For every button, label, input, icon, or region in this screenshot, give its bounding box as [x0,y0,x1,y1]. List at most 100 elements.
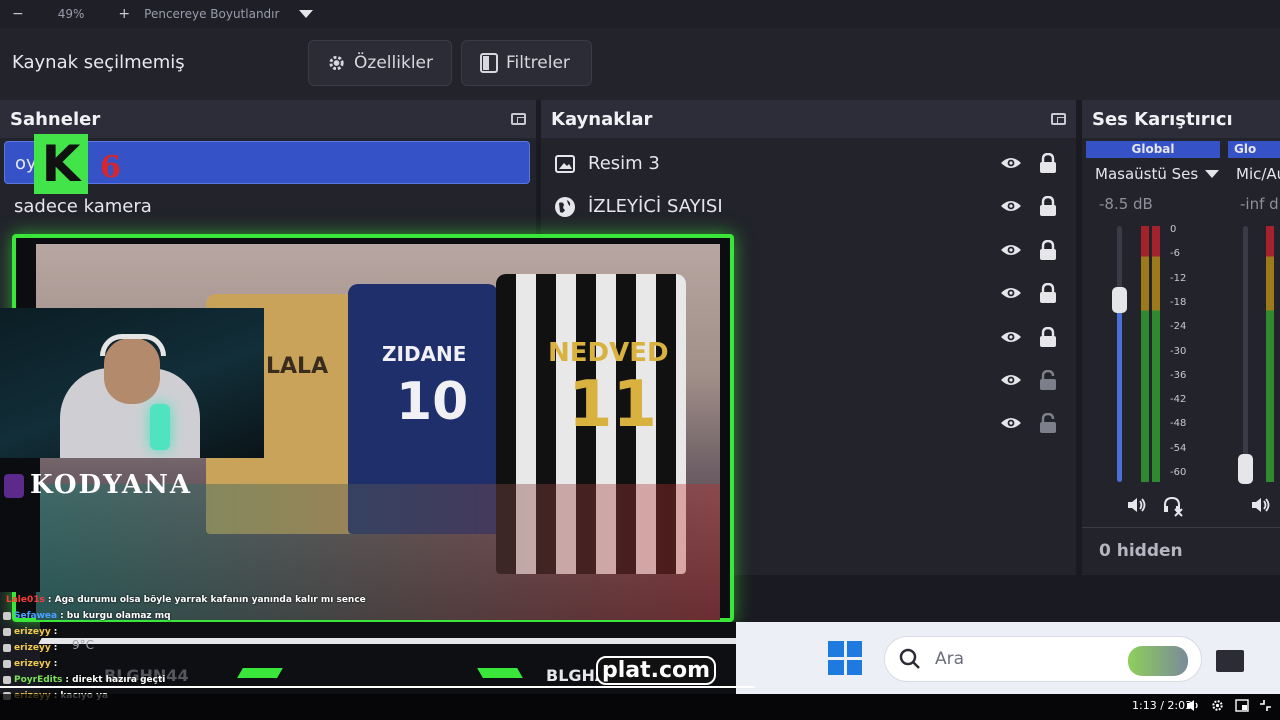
settings-icon[interactable] [1211,699,1224,712]
mixer-header: Ses Karıştırıcı [1082,100,1280,138]
chat-message: erizeyy: [0,656,340,672]
streamer-avatar [4,474,24,498]
sources-header: Kaynaklar [541,100,1076,138]
chat-text: : [53,643,58,653]
scenes-header: Sahneler [0,100,536,138]
lamp [150,404,170,450]
source-item[interactable]: İZLEYİCİ SAYISI [554,185,1069,228]
channel-logo-digit: 6 [100,150,121,185]
chat-overlay: Lale01s: Aga durumu olsa böyle yarrak ka… [0,592,366,710]
volume-slider-thumb[interactable] [1238,454,1253,484]
volume-slider-thumb[interactable] [1112,287,1127,314]
lock-icon[interactable] [1039,153,1057,173]
scene-item-sadece-kamera[interactable]: sadece kamera [14,196,152,217]
badge-icon [3,612,11,620]
chat-username[interactable]: erizeyy [14,640,51,656]
meter-scale-label: -18 [1170,296,1187,308]
filters-button[interactable]: Filtreler [461,40,592,86]
level-meter [1152,226,1160,482]
progress-bar-played[interactable] [0,686,755,688]
unlock-icon[interactable] [1039,370,1057,390]
properties-label: Özellikler [354,53,433,73]
search-icon [899,648,920,669]
undock-icon[interactable] [1051,113,1066,125]
zoom-out-button[interactable]: − [12,6,24,22]
speaker-icon[interactable] [1126,495,1148,515]
jersey-number: 11 [568,368,658,442]
windows-start-icon[interactable] [828,641,862,675]
visibility-eye-icon[interactable] [1000,156,1022,170]
visibility-eye-icon[interactable] [1000,286,1022,300]
headphones [100,334,166,356]
meter-scale-label: -60 [1170,467,1187,478]
zoom-in-button[interactable]: + [118,6,130,22]
lock-icon[interactable] [1039,196,1057,217]
chat-message: erizeyy: [0,624,340,640]
streamer-name: KODYANA [30,470,193,500]
chat-username[interactable]: Sefawea [14,608,57,624]
volume-icon[interactable] [1186,699,1200,712]
meter-scale-label: 0 [1170,224,1177,235]
properties-bar [0,28,1280,100]
image-icon [554,153,576,175]
gear-icon [329,55,344,71]
filters-label: Filtreler [506,53,570,73]
meter-scale-label: -12 [1170,272,1187,284]
meter-scale-label: -24 [1170,321,1187,333]
manatee-widget-icon[interactable] [1128,646,1188,676]
preview-toolbar: − 49% + Pencereye Boyutlandır [0,0,1280,28]
meter-scale-label: -48 [1170,418,1187,430]
level-meter [1141,226,1149,482]
channel-tag: Global [1086,141,1220,158]
miniplayer-icon[interactable] [1235,699,1249,712]
channel-name: Mic/Au [1236,165,1280,183]
chat-username[interactable]: Lale01s [6,592,45,608]
visibility-eye-icon[interactable] [1000,416,1022,430]
level-meter [1266,226,1274,482]
badge-icon [3,644,11,652]
chat-message: Sefawea: bu kurgu olamaz mq [0,608,340,624]
headphones-icon[interactable] [1161,495,1185,517]
search-placeholder: Ara [935,649,965,669]
taskview-icon[interactable] [1216,650,1244,672]
channel-db: -8.5 dB [1099,195,1153,213]
overlay-accent [477,668,523,678]
visibility-eye-icon[interactable] [1000,330,1022,344]
watermark: plat.com [596,656,717,685]
undock-icon[interactable] [511,113,526,125]
jersey-name: LALA [266,354,329,379]
visibility-eye-icon[interactable] [1000,199,1022,213]
scenes-title: Sahneler [10,108,101,130]
source-item[interactable]: Resim 3 [554,142,1069,185]
visibility-eye-icon[interactable] [1000,373,1022,387]
meter-scale-label: -36 [1170,369,1187,381]
chevron-down-icon[interactable] [299,10,314,18]
channel-logo: K [34,134,88,194]
meter-scale-label: -6 [1170,248,1180,260]
playback-time: 1:13 / 2:03 [1132,699,1193,712]
properties-button[interactable]: Özellikler [308,40,452,86]
chat-username[interactable]: erizeyy [14,624,51,640]
chat-text: : [53,627,58,637]
lock-icon[interactable] [1039,239,1057,260]
visibility-eye-icon[interactable] [1000,243,1022,257]
filter-icon [480,53,498,73]
badge-icon [3,676,11,684]
no-source-selected-label: Kaynak seçilmemiş [12,52,185,73]
chat-username[interactable]: erizeyy [14,656,51,672]
channel-name: Masaüstü Ses [1095,165,1199,183]
mixer-title: Ses Karıştırıcı [1092,108,1233,130]
hidden-count[interactable]: 0 hidden [1099,541,1183,561]
volume-slider-track[interactable] [1243,226,1248,482]
meter-scale-label: -30 [1170,345,1187,357]
channel-db: -inf d [1240,195,1279,213]
chevron-down-icon[interactable] [1205,170,1219,178]
speaker-icon[interactable] [1250,495,1272,515]
unlock-icon[interactable] [1039,413,1057,434]
lock-icon[interactable] [1039,283,1057,304]
resize-to-window-option[interactable]: Pencereye Boyutlandır [144,7,279,21]
exit-fullscreen-icon[interactable] [1259,699,1272,712]
chat-text: : [53,659,58,669]
lock-icon[interactable] [1039,326,1057,347]
source-label: Resim 3 [588,153,660,174]
